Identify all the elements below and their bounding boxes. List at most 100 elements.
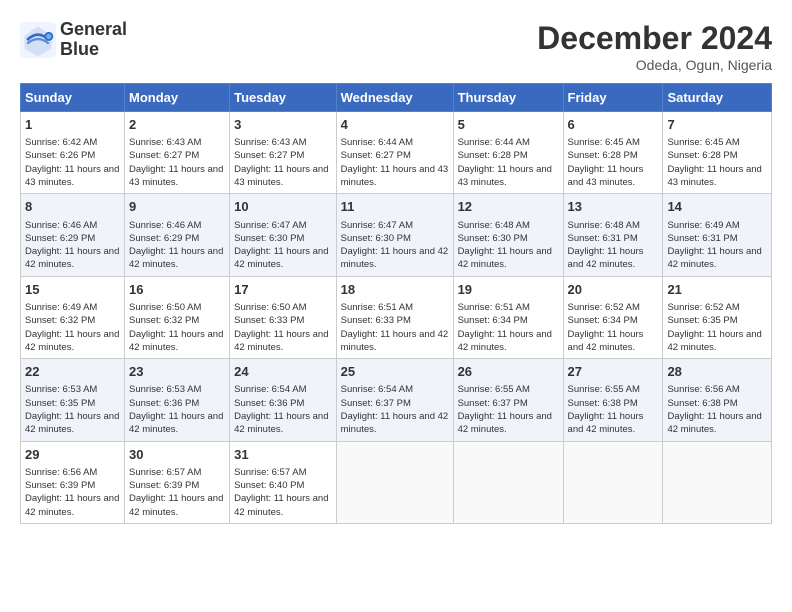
day-number: 5 [458, 116, 559, 134]
daylight: Daylight: 11 hours and 42 minutes. [458, 246, 552, 270]
header-cell-tuesday: Tuesday [230, 84, 337, 112]
sunset: Sunset: 6:36 PM [234, 398, 304, 409]
sunrise: Sunrise: 6:44 AM [458, 137, 530, 148]
calendar-cell: 31Sunrise: 6:57 AMSunset: 6:40 PMDayligh… [230, 441, 337, 523]
calendar-cell: 28Sunrise: 6:56 AMSunset: 6:38 PMDayligh… [663, 359, 772, 441]
sunrise: Sunrise: 6:52 AM [568, 302, 640, 313]
sunset: Sunset: 6:35 PM [667, 315, 737, 326]
day-number: 14 [667, 198, 767, 216]
calendar-cell: 10Sunrise: 6:47 AMSunset: 6:30 PMDayligh… [230, 194, 337, 276]
calendar-cell: 25Sunrise: 6:54 AMSunset: 6:37 PMDayligh… [336, 359, 453, 441]
calendar-cell [663, 441, 772, 523]
daylight: Daylight: 11 hours and 42 minutes. [129, 411, 223, 435]
day-number: 11 [341, 198, 449, 216]
sunrise: Sunrise: 6:45 AM [568, 137, 640, 148]
calendar-cell: 2Sunrise: 6:43 AMSunset: 6:27 PMDaylight… [125, 112, 230, 194]
header-cell-friday: Friday [563, 84, 663, 112]
daylight: Daylight: 11 hours and 42 minutes. [234, 411, 328, 435]
sunset: Sunset: 6:37 PM [341, 398, 411, 409]
daylight: Daylight: 11 hours and 42 minutes. [25, 493, 119, 517]
calendar-cell: 14 Sunrise: 6:49 AM Sunset: 6:31 PM Dayligh… [663, 194, 772, 276]
sunset: Sunset: 6:34 PM [458, 315, 528, 326]
day-number: 3 [234, 116, 332, 134]
page-header: General Blue December 2024 Odeda, Ogun, … [20, 20, 772, 73]
daylight: Daylight: 11 hours and 43 minutes. [667, 164, 761, 188]
logo-text: General Blue [60, 20, 127, 60]
week-row-1: 1Sunrise: 6:42 AMSunset: 6:26 PMDaylight… [21, 112, 772, 194]
sunrise: Sunrise: 6:56 AM [667, 384, 739, 395]
sunset: Sunset: 6:27 PM [234, 150, 304, 161]
daylight: Daylight: 11 hours and 42 minutes. [458, 329, 552, 353]
logo-icon [20, 22, 56, 58]
calendar-cell: 8Sunrise: 6:46 AMSunset: 6:29 PMDaylight… [21, 194, 125, 276]
day-number: 19 [458, 281, 559, 299]
day-number: 23 [129, 363, 225, 381]
day-number: 29 [25, 446, 120, 464]
sunrise: Sunrise: 6:53 AM [25, 384, 97, 395]
sunrise: Sunrise: 6:46 AM [129, 220, 201, 231]
sunrise: Sunrise: 6:53 AM [129, 384, 201, 395]
calendar-cell: 5Sunrise: 6:44 AMSunset: 6:28 PMDaylight… [453, 112, 563, 194]
sunset: Sunset: 6:30 PM [458, 233, 528, 244]
calendar-cell: 15Sunrise: 6:49 AMSunset: 6:32 PMDayligh… [21, 276, 125, 358]
daylight: Daylight: 11 hours and 42 minutes. [25, 246, 119, 270]
calendar-cell: 1Sunrise: 6:42 AMSunset: 6:26 PMDaylight… [21, 112, 125, 194]
daylight: Daylight: 11 hours and 42 minutes. [341, 411, 449, 435]
sunset: Sunset: 6:28 PM [568, 150, 638, 161]
calendar-cell: 6Sunrise: 6:45 AMSunset: 6:28 PMDaylight… [563, 112, 663, 194]
sunrise: Sunrise: 6:54 AM [341, 384, 413, 395]
daylight: Daylight: 11 hours and 42 minutes. [341, 329, 449, 353]
day-number: 7 [667, 116, 767, 134]
daylight: Daylight: 11 hours and 43 minutes. [341, 164, 449, 188]
day-number: 20 [568, 281, 659, 299]
day-number: 8 [25, 198, 120, 216]
daylight: Daylight: 11 hours and 42 minutes. [667, 411, 761, 435]
header-cell-thursday: Thursday [453, 84, 563, 112]
sunset: Sunset: 6:27 PM [341, 150, 411, 161]
sunrise: Sunrise: 6:49 AM [667, 220, 739, 231]
daylight: Daylight: 11 hours and 42 minutes. [458, 411, 552, 435]
daylight: Daylight: 11 hours and 42 minutes. [568, 329, 644, 353]
day-number: 24 [234, 363, 332, 381]
day-number: 13 [568, 198, 659, 216]
daylight: Daylight: 11 hours and 43 minutes. [25, 164, 119, 188]
day-number: 12 [458, 198, 559, 216]
sunset: Sunset: 6:26 PM [25, 150, 95, 161]
daylight: Daylight: 11 hours and 42 minutes. [234, 246, 328, 270]
sunrise: Sunrise: 6:52 AM [667, 302, 739, 313]
sunset: Sunset: 6:30 PM [234, 233, 304, 244]
sunrise: Sunrise: 6:47 AM [234, 220, 306, 231]
sunrise: Sunrise: 6:50 AM [234, 302, 306, 313]
sunset: Sunset: 6:38 PM [568, 398, 638, 409]
sunrise: Sunrise: 6:43 AM [129, 137, 201, 148]
daylight: Daylight: 11 hours and 42 minutes. [667, 246, 761, 270]
daylight: Daylight: 11 hours and 42 minutes. [234, 493, 328, 517]
daylight: Daylight: 11 hours and 43 minutes. [234, 164, 328, 188]
header-cell-saturday: Saturday [663, 84, 772, 112]
day-number: 4 [341, 116, 449, 134]
calendar-cell [563, 441, 663, 523]
daylight: Daylight: 11 hours and 42 minutes. [341, 246, 449, 270]
sunset: Sunset: 6:35 PM [25, 398, 95, 409]
calendar-cell: 27Sunrise: 6:55 AMSunset: 6:38 PMDayligh… [563, 359, 663, 441]
sunrise: Sunrise: 6:42 AM [25, 137, 97, 148]
header-cell-monday: Monday [125, 84, 230, 112]
sunrise: Sunrise: 6:57 AM [234, 467, 306, 478]
daylight: Daylight: 11 hours and 42 minutes. [25, 411, 119, 435]
daylight: Daylight: 11 hours and 43 minutes. [129, 164, 223, 188]
calendar-cell: 26Sunrise: 6:55 AMSunset: 6:37 PMDayligh… [453, 359, 563, 441]
sunrise: Sunrise: 6:50 AM [129, 302, 201, 313]
calendar-cell: 7Sunrise: 6:45 AMSunset: 6:28 PMDaylight… [663, 112, 772, 194]
daylight: Daylight: 11 hours and 42 minutes. [568, 411, 644, 435]
sunrise: Sunrise: 6:55 AM [568, 384, 640, 395]
calendar-cell: 19Sunrise: 6:51 AMSunset: 6:34 PMDayligh… [453, 276, 563, 358]
sunset: Sunset: 6:31 PM [667, 233, 737, 244]
week-row-3: 15Sunrise: 6:49 AMSunset: 6:32 PMDayligh… [21, 276, 772, 358]
sunrise: Sunrise: 6:49 AM [25, 302, 97, 313]
sunset: Sunset: 6:28 PM [458, 150, 528, 161]
daylight: Daylight: 11 hours and 42 minutes. [129, 329, 223, 353]
sunset: Sunset: 6:33 PM [234, 315, 304, 326]
week-row-5: 29Sunrise: 6:56 AMSunset: 6:39 PMDayligh… [21, 441, 772, 523]
daylight: Daylight: 11 hours and 42 minutes. [234, 329, 328, 353]
month-title: December 2024 [537, 20, 772, 57]
